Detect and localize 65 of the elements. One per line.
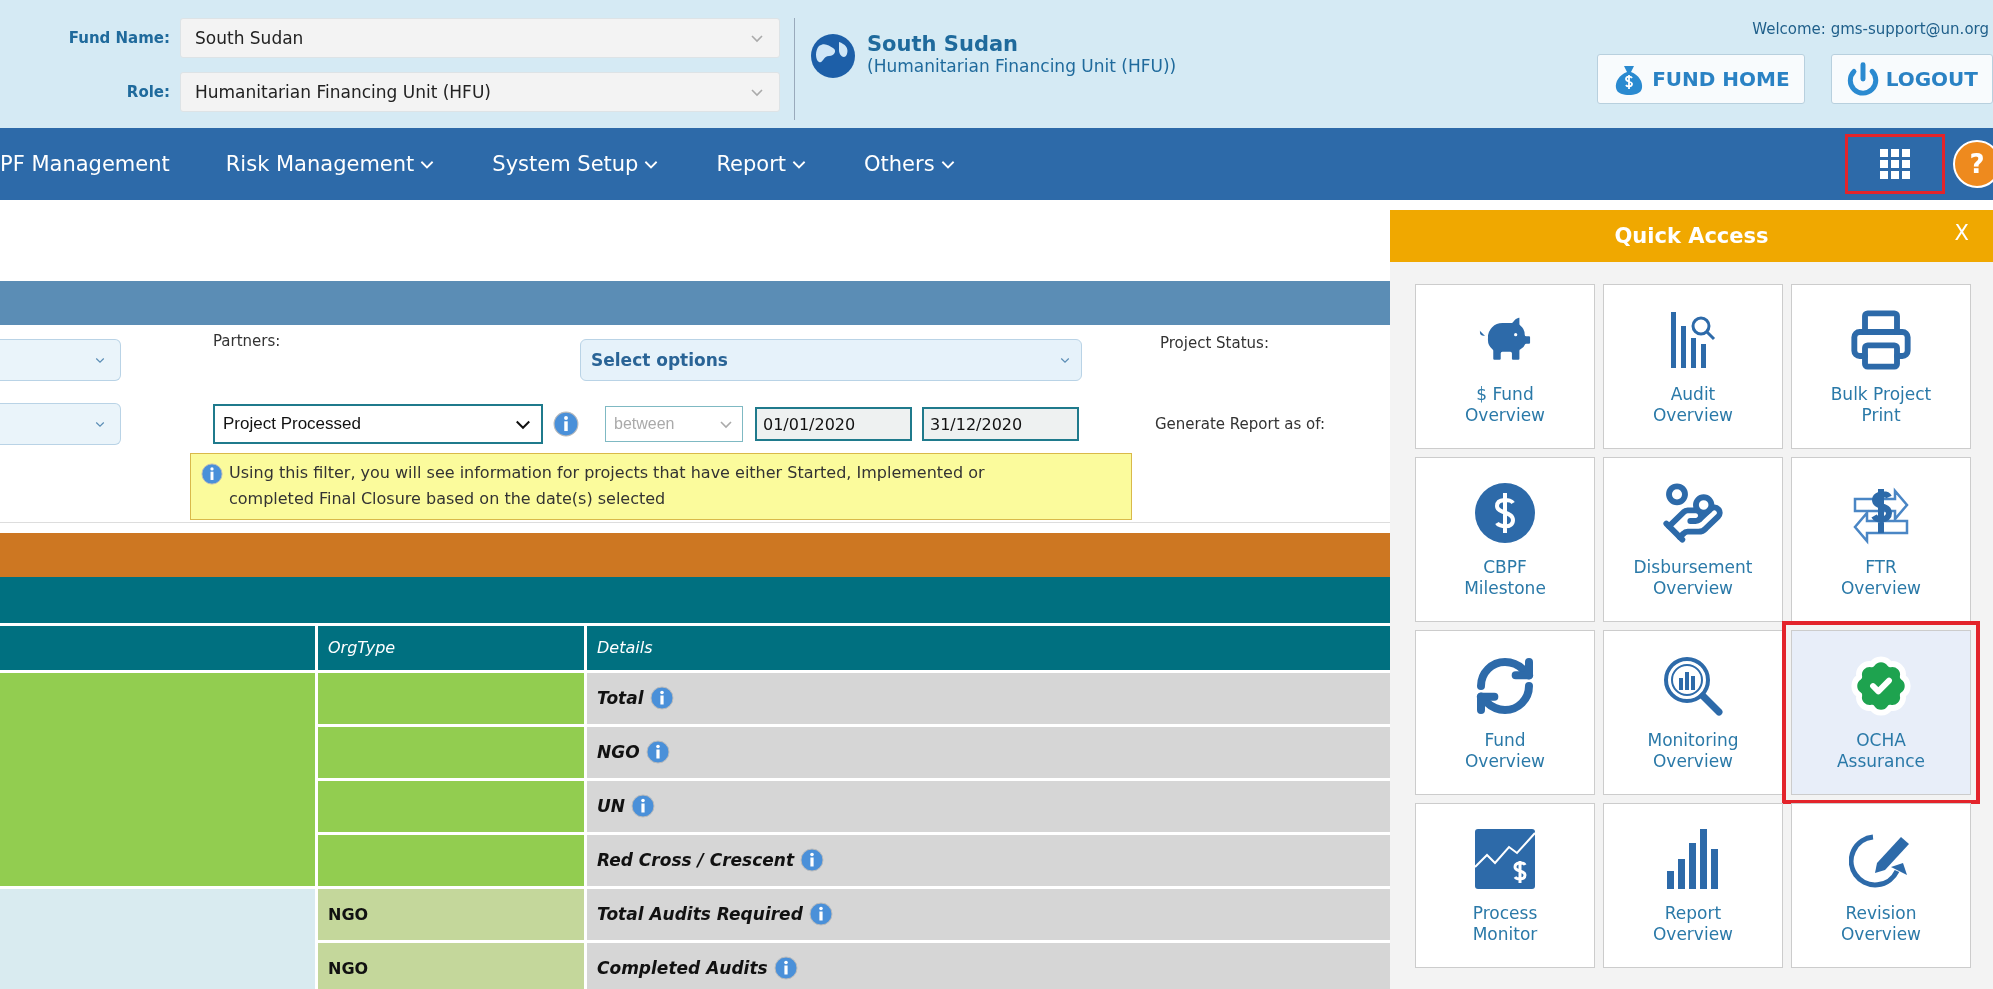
logout-button[interactable]: LOGOUT <box>1830 54 1993 104</box>
quick-access-tile[interactable]: Bulk Project Print <box>1791 284 1971 449</box>
details-cell: UN <box>587 780 1390 832</box>
quick-access-tile[interactable]: Fund Overview <box>1415 630 1595 795</box>
details-cell: NGO <box>587 726 1390 778</box>
nav-menu-item[interactable]: Risk Management <box>225 152 437 176</box>
printer-icon <box>1849 308 1913 373</box>
magnifier-chart-icon <box>1661 654 1725 719</box>
info-icon[interactable] <box>800 848 825 873</box>
apps-grid-button[interactable] <box>1845 134 1945 194</box>
dropdown-field[interactable] <box>0 339 121 381</box>
apps-grid-icon <box>1880 149 1910 179</box>
details-cell: Red Cross / Crescent <box>587 834 1390 886</box>
quick-access-tile[interactable]: CBPF Milestone <box>1415 457 1595 622</box>
panel-title: Quick Access <box>1614 224 1769 248</box>
welcome-text: Welcome: gms-support@un.org <box>1752 20 1990 38</box>
field-label: Role: <box>125 83 170 101</box>
fund-title: South Sudan <box>867 32 1020 56</box>
project-filter-select[interactable]: Project Processed <box>213 404 543 444</box>
quick-access-tile[interactable]: FTR Overview <box>1791 457 1971 622</box>
info-icon[interactable] <box>553 411 579 437</box>
role-select[interactable]: Humanitarian Financing Unit (HFU) <box>180 72 780 112</box>
chart-dollar-icon <box>1473 827 1537 892</box>
quick-access-tile[interactable]: Revision Overview <box>1791 803 1971 968</box>
power-icon <box>1845 62 1880 96</box>
quick-access-tile[interactable]: Report Overview <box>1603 803 1783 968</box>
help-button[interactable]: ? <box>1953 140 1993 188</box>
date-from-field[interactable]: 01/01/2020 <box>755 407 912 441</box>
partners-label: Partners: <box>213 332 281 350</box>
field-label: Fund Name: <box>67 29 170 47</box>
details-cell: Total <box>587 672 1390 724</box>
nav-menu-item[interactable]: Report <box>716 152 809 176</box>
column-header: Details <box>587 625 1390 670</box>
dropdown-field[interactable] <box>0 403 121 445</box>
details-cell: Completed Audits <box>587 942 1390 989</box>
report-date-label: Generate Report as of: <box>1155 415 1326 433</box>
info-icon[interactable] <box>645 740 670 765</box>
hand-dollar-icon <box>1661 481 1725 546</box>
table-cell: NGO <box>318 942 584 989</box>
nav-menu-item[interactable]: PF Management <box>0 152 170 176</box>
date-to-field[interactable]: 31/12/2020 <box>922 407 1079 441</box>
quick-access-tile[interactable]: Monitoring Overview <box>1603 630 1783 795</box>
dollar-circle-icon <box>1473 481 1537 546</box>
table-cell: NGO <box>318 888 584 940</box>
fund-select[interactable]: South Sudan <box>180 18 780 58</box>
note-text: Using this filter, you will see information for projects that have either Started, Implemented or completed Final Closure based on the date(s) selected <box>229 462 986 511</box>
project-status-label: Project Status: <box>1160 334 1269 352</box>
nav-menu-item[interactable]: System Setup <box>492 152 661 176</box>
details-cell: Total Audits Required <box>587 888 1390 940</box>
fund-subtitle: (Humanitarian Financing Unit (HFU)) <box>867 56 1177 76</box>
globe-icon <box>809 32 857 80</box>
nav-menu-item[interactable]: Others <box>864 152 957 176</box>
quick-access-tile[interactable]: Disbursement Overview <box>1603 457 1783 622</box>
info-icon[interactable] <box>631 794 656 819</box>
quick-access-tile[interactable]: $ Fund Overview <box>1415 284 1595 449</box>
info-icon[interactable] <box>808 902 833 927</box>
check-badge-icon <box>1849 654 1913 719</box>
info-icon[interactable] <box>773 956 798 981</box>
quick-access-tile[interactable]: Process Monitor <box>1415 803 1595 968</box>
info-icon[interactable] <box>201 463 223 485</box>
column-header: OrgType <box>318 625 584 670</box>
info-icon[interactable] <box>649 686 674 711</box>
partners-select[interactable]: Select options <box>580 339 1082 381</box>
quick-access-tile[interactable]: Audit Overview <box>1603 284 1783 449</box>
fund-home-button[interactable]: FUND HOME <box>1597 54 1805 104</box>
